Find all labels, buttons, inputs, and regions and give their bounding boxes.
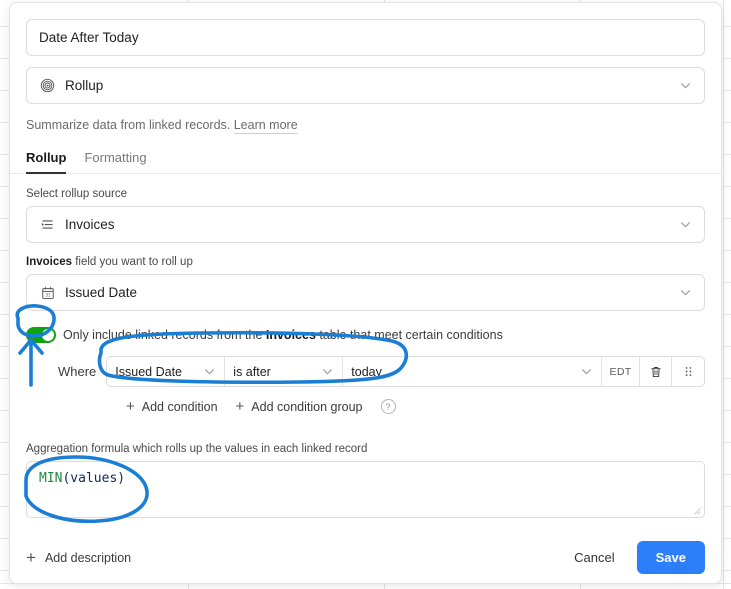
rollup-source-value: Invoices (65, 217, 115, 232)
conditions-toggle-row: Only include linked records from the Inv… (26, 327, 705, 343)
formula-function-args: (values) (62, 471, 126, 486)
rollup-field-select[interactable]: 31 Issued Date (26, 274, 705, 311)
condition-field-select[interactable]: Issued Date (107, 357, 226, 386)
drag-handle-icon (685, 367, 691, 376)
rollup-spiral-icon (39, 77, 56, 94)
condition-controls: Issued Date is after today EDT (106, 356, 705, 387)
condition-operator-select[interactable]: is after (225, 357, 344, 386)
add-condition-group-label: Add condition group (251, 399, 363, 414)
type-description-text: Summarize data from linked records. (26, 118, 231, 132)
tab-bar: Rollup Formatting (10, 149, 721, 174)
chevron-down-icon (681, 83, 690, 89)
save-button[interactable]: Save (636, 541, 705, 574)
condition-timezone-button[interactable]: EDT (602, 357, 640, 386)
dialog-footer: + Add description Cancel Save (26, 541, 705, 574)
condition-delete-button[interactable] (640, 357, 672, 386)
cancel-button[interactable]: Cancel (560, 543, 628, 572)
condition-row: Where Issued Date is after today EDT (26, 356, 705, 387)
linked-record-icon (39, 216, 56, 233)
condition-drag-handle[interactable] (672, 357, 704, 386)
resize-grip-icon[interactable] (692, 506, 701, 515)
calendar-icon: 31 (39, 284, 56, 301)
tab-formatting[interactable]: Formatting (84, 150, 146, 174)
rollup-field-value: Issued Date (65, 285, 138, 300)
rollup-source-label: Select rollup source (26, 188, 127, 200)
condition-field-value: Issued Date (115, 364, 183, 379)
plus-icon: + (126, 398, 135, 415)
field-editor-dialog: Date After Today Rollup Summarize data f… (9, 2, 722, 584)
rollup-source-select[interactable]: Invoices (26, 206, 705, 243)
conditions-toggle-label: Only include linked records from the Inv… (63, 328, 503, 342)
tab-rollup[interactable]: Rollup (26, 150, 67, 174)
chevron-down-icon (582, 369, 591, 375)
formula-label: Aggregation formula which rolls up the v… (26, 443, 368, 455)
chevron-down-icon (681, 290, 690, 296)
toggle-text-after: table that meet certain conditions (315, 328, 503, 342)
chevron-down-icon (681, 222, 690, 228)
add-condition-row: + Add condition + Add condition group ? (26, 399, 705, 414)
field-name-input[interactable]: Date After Today (26, 19, 705, 56)
field-name-value: Date After Today (39, 30, 139, 45)
field-type-value: Rollup (65, 78, 104, 93)
where-label: Where (58, 364, 97, 379)
formula-input[interactable]: MIN(values) (26, 461, 705, 518)
add-condition-button[interactable]: + Add condition (126, 399, 218, 414)
chevron-down-icon (205, 369, 215, 375)
add-condition-group-button[interactable]: + Add condition group (236, 399, 363, 414)
rollup-field-label: Invoices field you want to roll up (26, 256, 705, 268)
formula-function-name: MIN (39, 471, 63, 486)
toggle-table-name: Invoices (265, 328, 316, 342)
condition-value: today (351, 364, 382, 379)
rollup-field-label-suffix: field you want to roll up (72, 256, 193, 268)
svg-text:31: 31 (45, 292, 51, 297)
condition-operator-value: is after (233, 364, 271, 379)
type-description: Summarize data from linked records. Lear… (26, 104, 705, 134)
learn-more-link[interactable]: Learn more (233, 118, 298, 134)
add-condition-label: Add condition (141, 399, 218, 414)
trash-icon (650, 366, 661, 377)
field-type-select[interactable]: Rollup (26, 67, 705, 104)
question-mark-icon[interactable]: ? (380, 399, 396, 414)
conditions-toggle-switch[interactable] (26, 327, 56, 343)
plus-icon: + (235, 398, 245, 415)
add-description-button[interactable]: + Add description (26, 549, 131, 566)
chevron-down-icon (323, 369, 333, 375)
add-description-label: Add description (44, 550, 132, 565)
plus-icon: + (26, 548, 36, 567)
rollup-field-label-table: Invoices (26, 256, 73, 268)
condition-value-select[interactable]: today (343, 357, 602, 386)
toggle-text-before: Only include linked records from the (63, 328, 266, 342)
